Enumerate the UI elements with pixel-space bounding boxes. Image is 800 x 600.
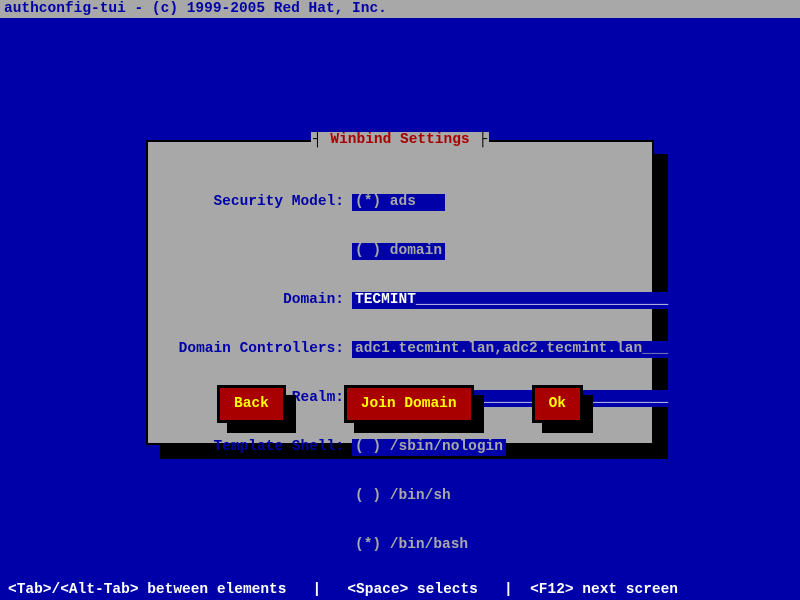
- ok-button[interactable]: Ok: [532, 385, 583, 423]
- dialog-title: ┤ Winbind Settings ├: [311, 132, 489, 148]
- domain-label: Domain:: [166, 292, 352, 309]
- domain-controllers-input[interactable]: adc1.tecmint.lan,adc2.tecmint.lan___: [352, 341, 671, 358]
- winbind-dialog: ┤ Winbind Settings ├ Security Model: (*)…: [146, 140, 654, 445]
- button-row: Back Join Domain Ok: [148, 385, 652, 423]
- title-bar: authconfig-tui - (c) 1999-2005 Red Hat, …: [0, 0, 800, 18]
- join-domain-button[interactable]: Join Domain: [344, 385, 474, 423]
- security-model-domain[interactable]: ( ) domain: [352, 243, 445, 260]
- shell-binbash[interactable]: (*) /bin/bash: [352, 537, 471, 554]
- security-model-label: Security Model:: [166, 194, 352, 211]
- domain-controllers-label: Domain Controllers:: [166, 341, 352, 358]
- domain-input[interactable]: TECMINT_____________________________: [352, 292, 671, 309]
- dialog-title-text: Winbind Settings: [330, 132, 469, 148]
- form: Security Model: (*) ads___ ( ) domain Do…: [166, 162, 671, 586]
- back-button[interactable]: Back: [217, 385, 286, 423]
- shell-nologin[interactable]: ( ) /sbin/nologin: [352, 439, 506, 456]
- template-shell-label: Template Shell:: [166, 439, 352, 456]
- security-model-ads[interactable]: (*) ads___: [352, 194, 445, 211]
- shell-binsh[interactable]: ( ) /bin/sh: [352, 488, 454, 505]
- help-bar: <Tab>/<Alt-Tab> between elements | <Spac…: [0, 580, 800, 600]
- title-divider-right: ├: [470, 132, 487, 148]
- title-divider-left: ┤: [313, 132, 330, 148]
